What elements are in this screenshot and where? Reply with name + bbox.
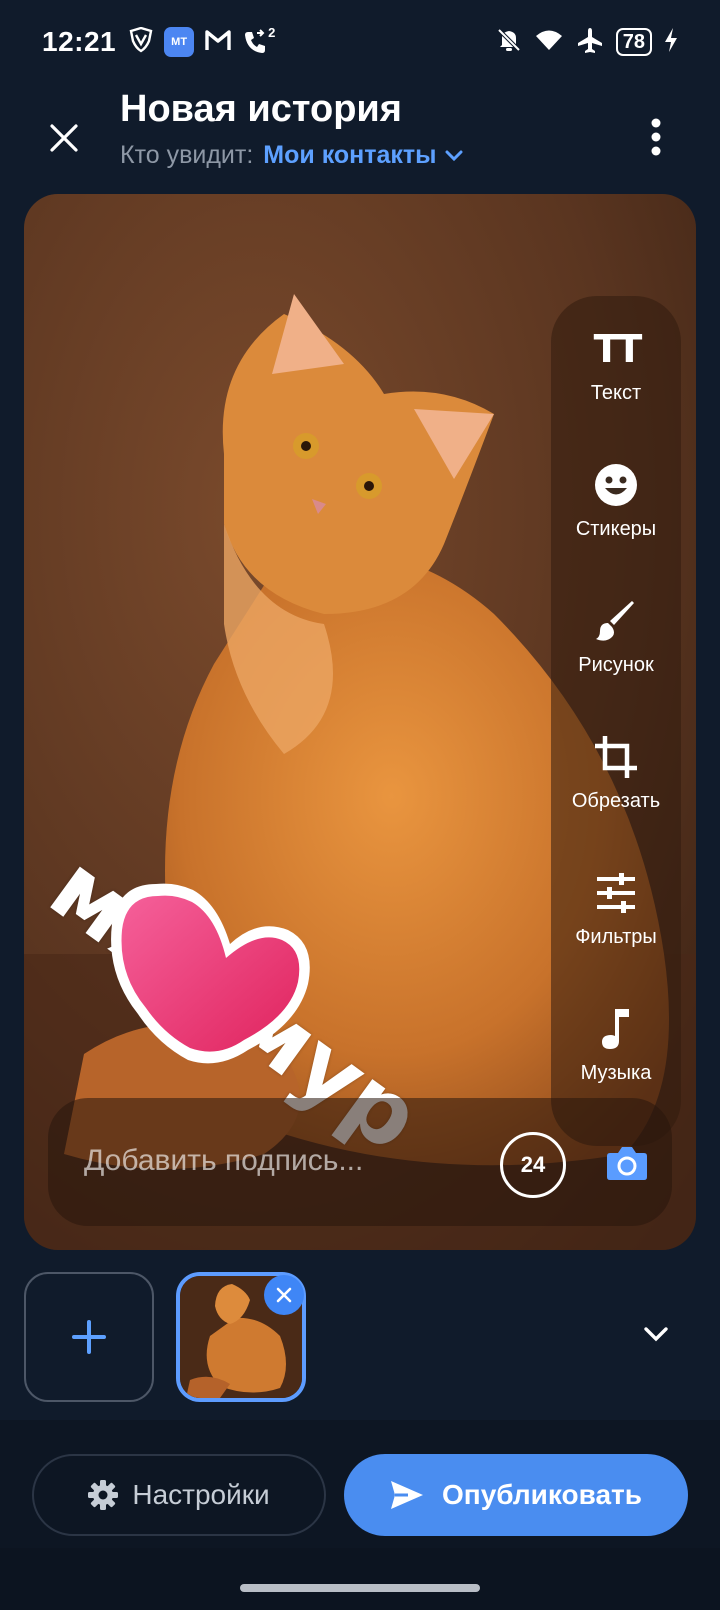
- tool-label: Музыка: [580, 1062, 652, 1084]
- call-forward-icon: 2: [242, 25, 275, 55]
- shield-icon: [128, 26, 154, 58]
- gmail-icon: [204, 28, 232, 57]
- gear-icon: [88, 1480, 119, 1510]
- tool-draw[interactable]: Рисунок: [551, 594, 681, 714]
- close-button[interactable]: [40, 114, 88, 162]
- tool-label: Обрезать: [571, 790, 661, 812]
- close-icon: [50, 124, 78, 152]
- tool-text[interactable]: TT Текст: [551, 322, 681, 442]
- audience-row: Кто увидит: Мои контакты: [120, 141, 463, 170]
- brush-icon: [594, 594, 638, 648]
- close-icon: [276, 1287, 292, 1303]
- chevron-down-icon: [644, 1327, 668, 1342]
- music-icon: [599, 1002, 633, 1056]
- remove-media-button[interactable]: [264, 1275, 304, 1315]
- text-icon: TT: [593, 322, 643, 376]
- publish-button[interactable]: Опубликовать: [344, 1454, 688, 1536]
- more-vertical-icon: [651, 118, 661, 156]
- plus-icon: [72, 1320, 106, 1354]
- airplane-icon: [576, 26, 604, 59]
- tool-stickers[interactable]: Стикеры: [551, 458, 681, 578]
- system-nav-area: [0, 1548, 720, 1610]
- tool-crop[interactable]: Обрезать: [551, 730, 681, 850]
- tool-label: Фильтры: [575, 926, 657, 948]
- caption-counter: 24: [500, 1132, 566, 1198]
- story-canvas[interactable]: мяу мур TT Текст Стикеры Рисунок: [24, 194, 696, 1250]
- header: Новая история Кто увидит: Мои контакты: [0, 84, 720, 194]
- battery-icon: 78: [615, 28, 652, 56]
- publish-label: Опубликовать: [442, 1479, 642, 1510]
- page-title: Новая история: [120, 88, 402, 130]
- status-system-icons: 78: [496, 26, 678, 59]
- text-icon-glyph: TT: [593, 327, 643, 371]
- audience-prefix: Кто увидит:: [120, 141, 254, 169]
- audience-value: Мои контакты: [263, 141, 437, 169]
- audience-selector[interactable]: Мои контакты: [263, 141, 462, 170]
- status-bar: 12:21 МТ 2 78: [0, 0, 720, 84]
- tool-label: Стикеры: [575, 518, 657, 540]
- chevron-down-icon: [445, 150, 462, 161]
- send-icon: [391, 1481, 424, 1509]
- status-notification-icons: МТ 2: [128, 25, 275, 58]
- settings-label: Настройки: [132, 1479, 270, 1510]
- caption-bar: Добавить подпись... 24: [48, 1098, 672, 1226]
- wifi-icon: [534, 28, 564, 57]
- expand-button[interactable]: [636, 1314, 676, 1354]
- app-icon-text: МТ: [171, 36, 188, 48]
- settings-button[interactable]: Настройки: [32, 1454, 326, 1536]
- bottom-action-bar: Настройки Опубликовать: [0, 1420, 720, 1548]
- caption-input[interactable]: Добавить подпись...: [84, 1144, 363, 1178]
- status-time: 12:21: [42, 26, 117, 57]
- tool-label: Текст: [590, 382, 642, 404]
- sticker-icon: [594, 458, 638, 512]
- tool-label: Рисунок: [578, 654, 654, 676]
- tool-filters[interactable]: Фильтры: [551, 866, 681, 986]
- charging-icon: [664, 27, 678, 58]
- bell-off-icon: [496, 27, 522, 58]
- home-indicator[interactable]: [240, 1584, 480, 1592]
- camera-button[interactable]: [604, 1140, 650, 1186]
- signal-badge: 2: [268, 25, 276, 40]
- add-media-button[interactable]: [24, 1272, 154, 1402]
- crop-icon: [593, 730, 639, 784]
- app-icon: МТ: [164, 27, 195, 57]
- tool-panel: TT Текст Стикеры Рисунок Обрезать Фильтр…: [551, 296, 681, 1146]
- camera-icon: [607, 1147, 647, 1180]
- more-options-button[interactable]: [632, 110, 680, 164]
- heart-sticker[interactable]: [98, 874, 318, 1074]
- filters-icon: [595, 866, 637, 920]
